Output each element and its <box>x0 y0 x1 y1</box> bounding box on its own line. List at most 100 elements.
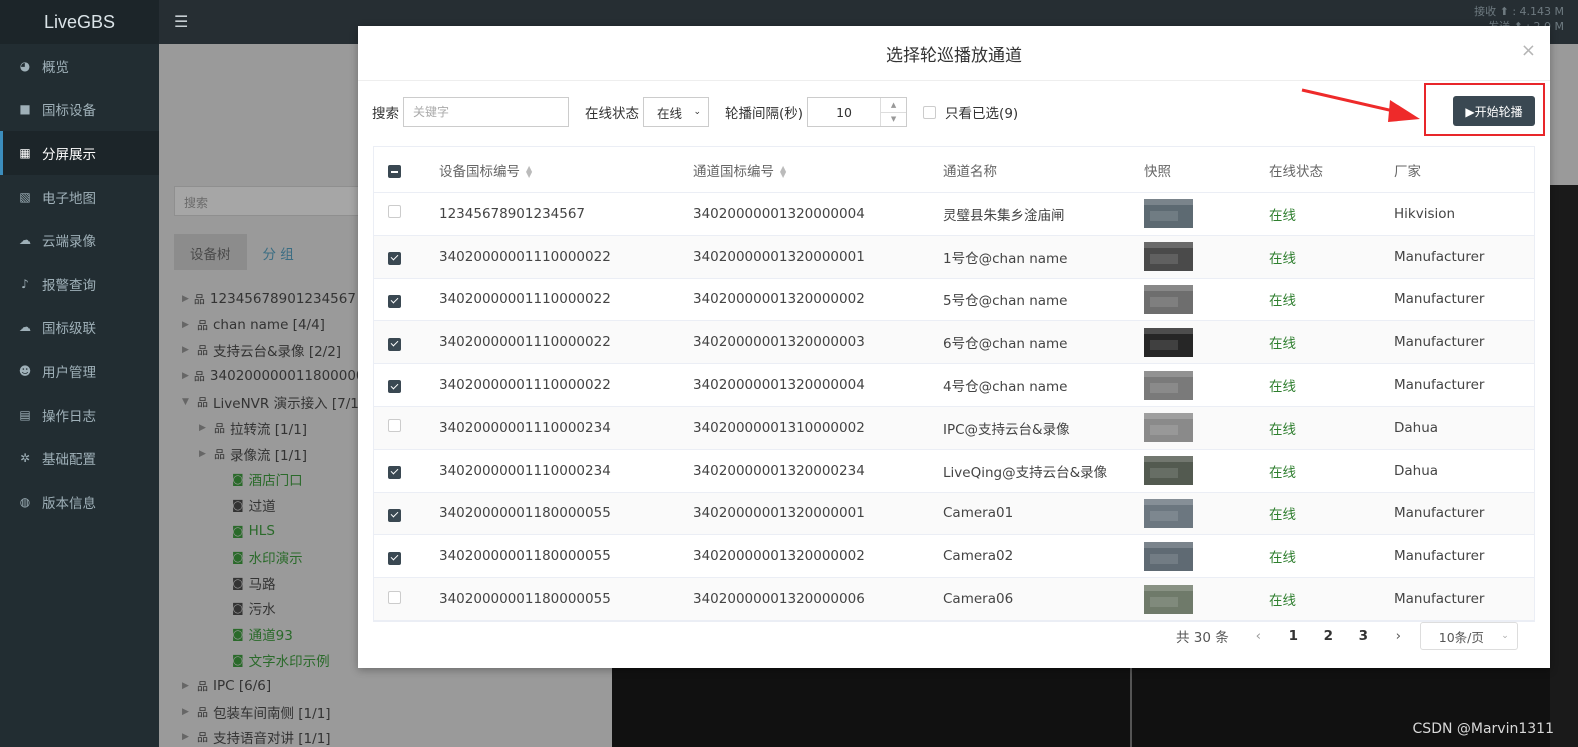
sidebar-item-gears[interactable]: ✲ 基础配置 <box>0 436 159 480</box>
row-checkbox[interactable] <box>388 590 401 604</box>
tree-channel[interactable]: ◙ 水印演示 <box>182 544 372 570</box>
select-all-checkbox[interactable] <box>388 165 401 179</box>
col-channel-id[interactable]: 通道国标编号 ▲ ▼ <box>693 160 943 180</box>
caret-right-icon[interactable]: ▶ <box>199 423 209 433</box>
caret-right-icon[interactable]: ▶ <box>182 371 189 381</box>
interval-stepper[interactable]: 10 ▲ ▼ <box>807 97 908 127</box>
tree-node[interactable]: ▶ 品 chan name [4/4] <box>182 312 372 338</box>
tree-node[interactable]: ▶ 品支持语音对讲 [1/1] <box>182 725 372 747</box>
tree-channel[interactable]: ◙ 过道 <box>182 492 372 518</box>
table-row[interactable]: 34020000001180000055 34020000001320000001… <box>374 492 1534 536</box>
gears-icon: ✲ <box>19 451 31 466</box>
only-selected-checkbox[interactable] <box>923 105 937 119</box>
col-device-id-label: 设备国标编号 <box>439 163 520 180</box>
caret-right-icon[interactable]: ▶ <box>199 449 209 459</box>
snapshot-thumbnail[interactable] <box>1144 413 1193 443</box>
next-page-icon[interactable]: › <box>1381 628 1416 644</box>
snapshot-thumbnail[interactable] <box>1144 584 1193 614</box>
caret-right-icon[interactable]: ▶ <box>182 732 192 742</box>
row-select-cell <box>374 548 439 565</box>
row-checkbox[interactable] <box>388 380 401 394</box>
page-1[interactable]: 1 <box>1276 628 1311 644</box>
decrement-icon[interactable]: ▼ <box>881 113 906 127</box>
caret-right-icon[interactable]: ▶ <box>182 294 189 304</box>
tree-channel[interactable]: ◙ 文字水印示例 <box>182 647 372 673</box>
hamburger-icon[interactable]: ☰ <box>174 12 188 31</box>
row-checkbox[interactable] <box>388 508 401 522</box>
snapshot-thumbnail[interactable] <box>1144 498 1193 528</box>
tree-channel[interactable]: ◙ 马路 <box>182 570 372 596</box>
increment-icon[interactable]: ▲ <box>881 98 907 113</box>
snapshot-thumbnail[interactable] <box>1144 327 1193 357</box>
row-checkbox[interactable] <box>388 551 401 565</box>
tree-node[interactable]: ▶ 品支持云台&录像 [2/2] <box>182 338 372 364</box>
caret-right-icon[interactable]: ▶ <box>182 707 192 717</box>
table-row[interactable]: 34020000001110000022 34020000001320000002… <box>374 279 1534 322</box>
caret-right-icon[interactable]: ▶ <box>182 320 192 330</box>
table-row[interactable]: 34020000001110000234 34020000001320000234… <box>374 450 1534 493</box>
interval-value[interactable]: 10 <box>808 98 880 126</box>
caret-right-icon[interactable]: ▶ <box>182 345 192 355</box>
tree-channel[interactable]: ◙ 污水 <box>182 596 372 622</box>
tree-node[interactable]: ▶ 品 12345678901234567 [1/1] <box>182 286 372 312</box>
tree-channel[interactable]: ◙ HLS <box>182 518 372 544</box>
sidebar-item-file[interactable]: ▤ 操作日志 <box>0 393 159 437</box>
tree-channel[interactable]: ◙ 通道93 <box>182 621 372 647</box>
caret-down-icon[interactable]: ▼ <box>182 397 192 407</box>
row-checkbox[interactable] <box>388 465 401 479</box>
snapshot-thumbnail[interactable] <box>1144 242 1193 272</box>
sidebar-item-video-camera[interactable]: ■ 国标设备 <box>0 88 159 132</box>
snapshot-thumbnail[interactable] <box>1144 284 1193 314</box>
close-icon[interactable]: × <box>1521 40 1536 61</box>
only-selected-toggle[interactable]: 只看已选(9) <box>923 102 1018 122</box>
app-logo[interactable]: LiveGBS <box>0 0 159 44</box>
sidebar-item-users[interactable]: ☻ 用户管理 <box>0 349 159 393</box>
tree-node[interactable]: ▶ 品录像流 [1/1] <box>182 441 372 467</box>
sidebar-item-cloud-upload[interactable]: ☁ 国标级联 <box>0 306 159 350</box>
tree-node[interactable]: ▶ 品 IPC [6/6] <box>182 673 372 699</box>
snapshot-thumbnail[interactable] <box>1144 541 1193 571</box>
cell-device-id: 12345678901234567 <box>439 205 586 222</box>
tree-node[interactable]: ▼ 品 LiveNVR 演示接入 [7/1] <box>182 389 372 415</box>
tree-node[interactable]: ▶ 品拉转流 [1/1] <box>182 415 372 441</box>
tree-node[interactable]: ▶ 品包装车间南侧 [1/1] <box>182 699 372 725</box>
page-size-select[interactable]: 10条/页 ⌄ <box>1419 622 1518 650</box>
tree-node[interactable]: ▶ 品 34020000001180000055 <box>182 363 372 389</box>
row-checkbox[interactable] <box>388 294 401 308</box>
col-device-id[interactable]: 设备国标编号 ▲ ▼ <box>439 160 693 180</box>
sidebar-item-globe[interactable]: ◍ 版本信息 <box>0 480 159 524</box>
tree-channel[interactable]: ◙ 酒店门口 <box>182 467 372 493</box>
page-2[interactable]: 2 <box>1311 628 1346 644</box>
sidebar-item-dashboard[interactable]: ◕ 概览 <box>0 44 159 88</box>
table-row[interactable]: 34020000001110000234 34020000001310000002… <box>374 406 1534 450</box>
table-row[interactable]: 34020000001110000022 34020000001320000003… <box>374 321 1534 365</box>
sidebar-item-cloud[interactable]: ☁ 云端录像 <box>0 218 159 262</box>
sort-icon[interactable]: ▲ ▼ <box>780 164 786 178</box>
row-checkbox[interactable] <box>388 205 401 219</box>
sidebar-item-map[interactable]: ▧ 电子地图 <box>0 175 159 219</box>
device-search-input[interactable]: 搜索 <box>174 186 374 216</box>
tab-group[interactable]: 分 组 <box>247 234 310 270</box>
table-row[interactable]: 34020000001110000022 34020000001320000004… <box>374 364 1534 407</box>
keyword-search-input[interactable] <box>403 97 569 127</box>
table-row[interactable]: 34020000001180000055 34020000001320000006… <box>374 578 1534 621</box>
row-checkbox[interactable] <box>388 251 401 265</box>
watermark: CSDN @Marvin1311 <box>1412 721 1554 737</box>
snapshot-thumbnail[interactable] <box>1144 370 1193 400</box>
prev-page-icon[interactable]: ‹ <box>1241 628 1276 644</box>
sort-icon[interactable]: ▲ ▼ <box>526 164 532 178</box>
table-row[interactable]: 34020000001180000055 34020000001320000002… <box>374 535 1534 579</box>
sidebar-item-bell[interactable]: ♪ 报警查询 <box>0 262 159 306</box>
page-3[interactable]: 3 <box>1346 628 1381 644</box>
row-checkbox[interactable] <box>388 419 401 433</box>
row-checkbox[interactable] <box>388 337 401 351</box>
sidebar-item-grid[interactable]: ▦ 分屏展示 <box>0 131 159 175</box>
table-row[interactable]: 34020000001110000022 34020000001320000001… <box>374 235 1534 279</box>
tab-device-tree[interactable]: 设备树 <box>174 234 247 270</box>
online-status-select[interactable]: 在线 ⌄ <box>643 97 709 127</box>
snapshot-thumbnail[interactable] <box>1144 456 1193 486</box>
table-row[interactable]: 12345678901234567 34020000001320000004 灵璧县… <box>374 193 1534 236</box>
caret-right-icon[interactable]: ▶ <box>182 681 192 691</box>
start-patrol-button[interactable]: ▶开始轮播 <box>1453 96 1535 126</box>
snapshot-thumbnail[interactable] <box>1144 199 1193 229</box>
